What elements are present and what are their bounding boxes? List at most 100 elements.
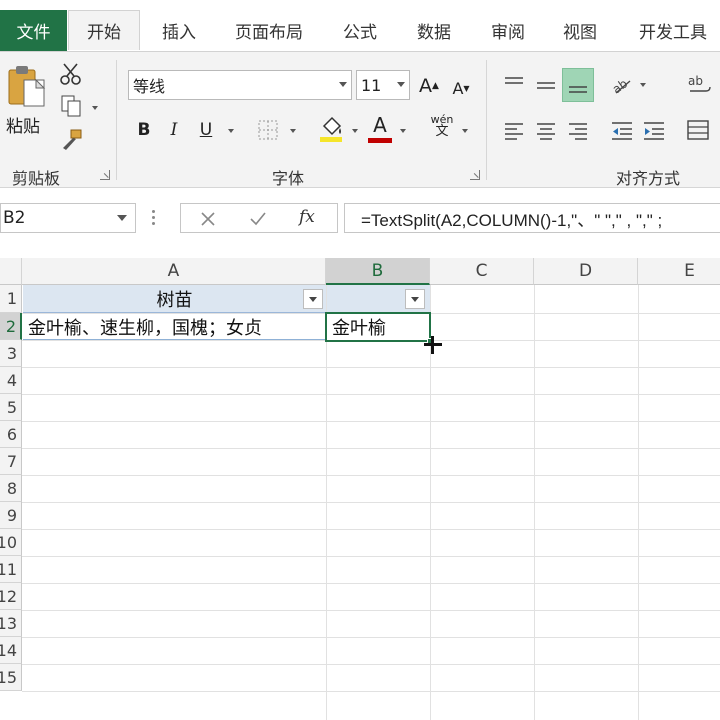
filter-dropdown-a-icon[interactable] (303, 289, 323, 309)
phonetic-button[interactable]: wén 文 (430, 114, 454, 144)
group-separator (486, 60, 487, 180)
align-right-icon (569, 123, 587, 140)
tab-developer[interactable]: 开发工具 (628, 10, 718, 50)
formula-bar-grip-icon[interactable] (152, 210, 156, 226)
clipboard-group-label: 剪贴板 (12, 169, 61, 188)
svg-text:ab: ab (688, 74, 703, 88)
cell-a2-box[interactable]: 金叶榆、速生柳，国槐；女贞 (23, 314, 326, 340)
merge-center-button[interactable] (684, 116, 714, 144)
row-header-14[interactable]: 14 (0, 637, 22, 664)
copy-dropdown-icon[interactable] (92, 106, 98, 110)
paste-button[interactable] (6, 64, 48, 110)
align-center-icon (537, 123, 555, 140)
column-header-d[interactable]: D (534, 258, 638, 285)
grow-font-button[interactable]: A ▲ (418, 72, 440, 100)
tab-page-layout[interactable]: 页面布局 (226, 10, 312, 50)
increase-indent-button[interactable] (640, 116, 668, 144)
font-color-icon: A (373, 113, 387, 137)
align-left-button[interactable] (500, 116, 528, 144)
clipboard-launcher-icon[interactable] (100, 170, 110, 180)
grow-font-icon: A (419, 75, 433, 97)
column-header-e[interactable]: E (638, 258, 720, 285)
align-middle-icon (537, 82, 555, 89)
bold-button[interactable]: B (134, 116, 154, 144)
align-middle-button[interactable] (532, 70, 560, 100)
table-header-b1[interactable] (327, 285, 430, 313)
insert-function-button[interactable]: fx (299, 207, 315, 227)
orientation-dropdown-icon[interactable] (640, 83, 646, 87)
tab-home[interactable]: 开始 (68, 10, 140, 50)
underline-button[interactable]: U (196, 116, 216, 144)
font-group-label: 字体 (272, 169, 305, 188)
decrease-indent-icon (612, 122, 632, 140)
table-header-a1[interactable]: 树苗 (23, 285, 326, 313)
name-box[interactable]: B2 (0, 203, 136, 233)
tab-review[interactable]: 审阅 (480, 10, 536, 50)
increase-indent-icon (644, 122, 664, 140)
column-header-b[interactable]: B (326, 258, 430, 285)
cancel-entry-button[interactable] (197, 208, 219, 230)
row-header-10[interactable]: 10 (0, 529, 22, 556)
active-cell-b2[interactable]: 金叶榆 (325, 312, 431, 342)
row-header-6[interactable]: 6 (0, 421, 22, 448)
row-header-8[interactable]: 8 (0, 475, 22, 502)
copy-button[interactable] (58, 94, 84, 118)
column-header-a[interactable]: A (22, 258, 326, 285)
underline-dropdown-icon[interactable] (228, 129, 234, 133)
shrink-font-icon: A (452, 78, 464, 98)
select-all-corner[interactable] (0, 258, 22, 285)
chevron-down-icon (397, 82, 405, 87)
merge-cells-icon (687, 120, 709, 140)
cut-button[interactable] (58, 62, 84, 86)
decrease-indent-button[interactable] (608, 116, 636, 144)
row-header-15[interactable]: 15 (0, 664, 22, 691)
tab-formulas[interactable]: 公式 (332, 10, 388, 50)
font-size-select[interactable]: 11 (356, 70, 410, 100)
worksheet-grid: A B C D E 1 2 3 4 5 6 7 8 9 10 11 12 13 … (0, 258, 720, 720)
font-launcher-icon[interactable] (470, 170, 480, 180)
scissors-icon (60, 63, 81, 85)
filter-dropdown-b-icon[interactable] (405, 289, 425, 309)
italic-button[interactable]: I (164, 116, 184, 144)
borders-button[interactable] (256, 118, 280, 142)
orientation-button[interactable]: ab (608, 70, 636, 100)
font-color-button[interactable]: A (368, 112, 392, 138)
font-name-select[interactable]: 等线 (128, 70, 352, 100)
row-header-5[interactable]: 5 (0, 394, 22, 421)
align-top-button[interactable] (500, 70, 528, 100)
fill-color-button[interactable] (318, 114, 344, 144)
checkmark-icon (250, 212, 266, 226)
row-header-9[interactable]: 9 (0, 502, 22, 529)
tab-insert[interactable]: 插入 (150, 10, 208, 50)
tab-view[interactable]: 视图 (552, 10, 608, 50)
gridline (22, 475, 720, 476)
paste-label[interactable]: 粘贴 (6, 112, 40, 137)
row-header-4[interactable]: 4 (0, 367, 22, 394)
shrink-font-button[interactable]: A ▼ (450, 74, 472, 102)
fill-color-dropdown-icon[interactable] (352, 129, 358, 133)
row-header-7[interactable]: 7 (0, 448, 22, 475)
column-header-c[interactable]: C (430, 258, 534, 285)
align-right-button[interactable] (564, 116, 592, 144)
align-bottom-button[interactable] (562, 68, 594, 102)
formula-buttons: fx (180, 203, 338, 233)
tab-file[interactable]: 文件 (0, 10, 67, 51)
format-painter-button[interactable] (58, 128, 84, 152)
borders-dropdown-icon[interactable] (290, 129, 296, 133)
gridline (22, 367, 720, 368)
gridline (22, 610, 720, 611)
row-header-12[interactable]: 12 (0, 583, 22, 610)
phonetic-dropdown-icon[interactable] (462, 129, 468, 133)
wrap-text-button[interactable]: ab (684, 70, 714, 100)
row-header-3[interactable]: 3 (0, 340, 22, 367)
row-header-13[interactable]: 13 (0, 610, 22, 637)
tab-data[interactable]: 数据 (406, 10, 462, 50)
group-separator (116, 60, 117, 180)
align-center-button[interactable] (532, 116, 560, 144)
row-header-1[interactable]: 1 (0, 285, 22, 313)
row-header-11[interactable]: 11 (0, 556, 22, 583)
confirm-entry-button[interactable] (247, 208, 269, 230)
row-header-2[interactable]: 2 (0, 313, 22, 340)
formula-input[interactable]: =TextSplit(A2,COLUMN()-1,"、" "," , "," ; (344, 203, 720, 233)
font-color-dropdown-icon[interactable] (400, 129, 406, 133)
